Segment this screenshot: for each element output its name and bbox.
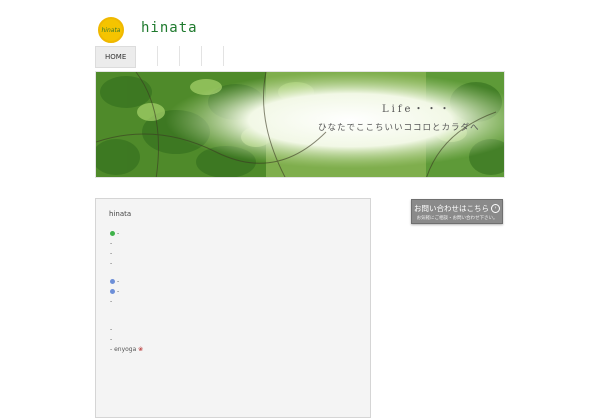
hero-caption-life: Life・・・ [382,104,453,115]
site-logo[interactable]: hinata [98,17,124,43]
blue-bullet-icon [110,279,115,284]
site-title[interactable]: hinata [141,20,198,36]
flower-icon: ❀ [138,346,144,353]
list-item: - enyoga ❀ [110,346,144,353]
nav-separator [202,46,225,66]
main-content: hinata - - - - - - - - - - enyoga ❀ [95,198,371,418]
contact-button-subtext: お気軽にご相談・お問い合わせ下さい。 [416,216,498,221]
main-title: hinata [109,210,132,218]
hero-banner: Life・・・ ひなたでここちいいココロとカラダへ [95,71,505,178]
nav-separator [158,46,181,66]
contact-button-row: お問い合わせはこちら › [412,203,502,214]
list-item: - [110,288,119,295]
blue-bullet-icon [110,289,115,294]
list-item: - [110,326,113,333]
list-item: - [110,336,113,343]
list-item: - [110,260,113,267]
nav-item-home[interactable]: HOME [95,46,137,68]
hero-caption-sub: ひなたでここちいいココロとカラダへ [318,123,480,133]
nav-separator [180,46,203,66]
list-item: - [110,298,113,305]
green-bullet-icon [110,231,115,236]
logo-text: hinata [101,26,121,34]
contact-button-label: お問い合わせはこちら [414,204,489,213]
contact-button[interactable]: お問い合わせはこちら › お気軽にご相談・お問い合わせ下さい。 [411,199,503,224]
arrow-right-icon: › [491,204,500,213]
list-item: - [110,230,119,237]
list-item: - [110,278,119,285]
main-nav: HOME [95,46,225,68]
list-item: - [110,240,113,247]
nav-separator [136,46,159,66]
list-item: - [110,250,113,257]
